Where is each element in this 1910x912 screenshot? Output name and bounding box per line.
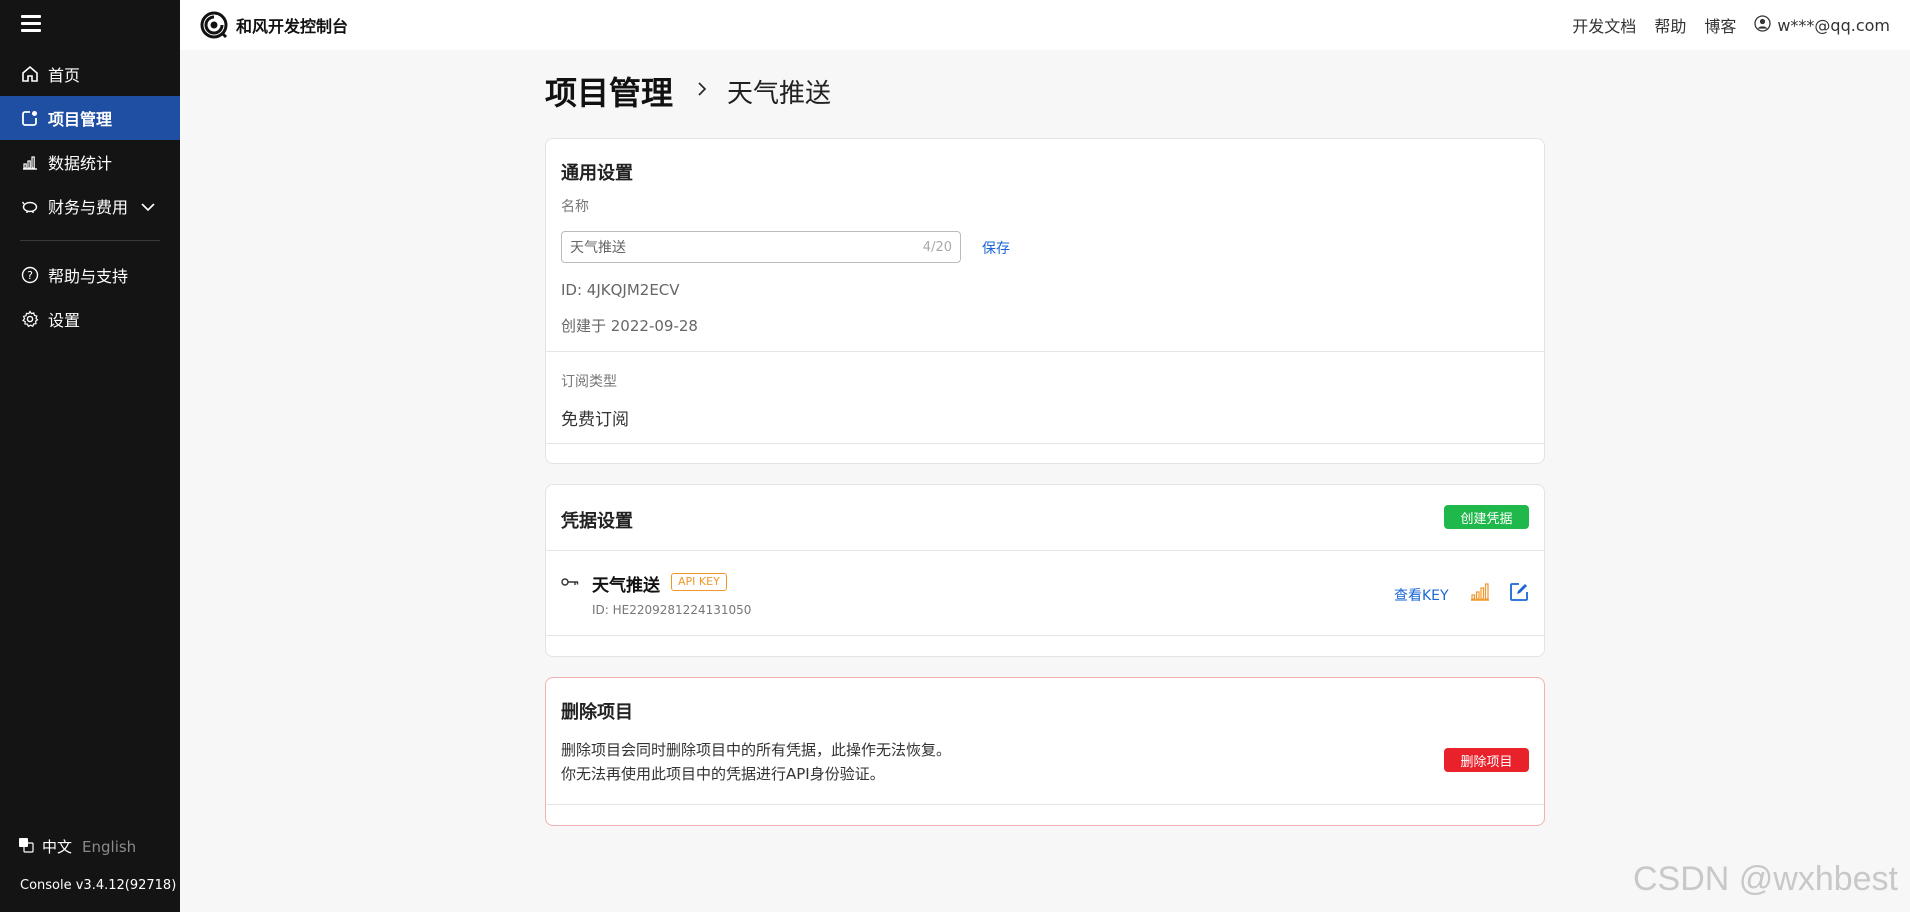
sidebar-item-label: 设置	[48, 311, 81, 330]
credential-id: ID: HE2209281224131050	[592, 603, 752, 617]
page-title[interactable]: 项目管理	[545, 68, 673, 114]
top-nav: 开发文档 帮助 博客 w***@qq.com	[1554, 0, 1890, 50]
view-key-link[interactable]: 查看KEY	[1394, 585, 1449, 605]
delete-warning-line-2: 你无法再使用此项目中的凭据进行API身份验证。	[561, 765, 885, 783]
page-subtitle: 天气推送	[727, 78, 832, 109]
sidebar-item-stats[interactable]: 数据统计	[0, 140, 180, 184]
home-icon	[20, 64, 40, 84]
user-email: w***@qq.com	[1777, 15, 1890, 35]
delete-warning: 删除项目会同时删除项目中的所有凭据，此操作无法恢复。 你无法再使用此项目中的凭据…	[561, 738, 951, 786]
credentials-title: 凭据设置	[561, 511, 633, 532]
edit-icon[interactable]	[1509, 582, 1529, 606]
user-icon	[1754, 14, 1771, 36]
name-label: 名称	[561, 199, 589, 215]
divider	[546, 635, 1544, 636]
general-settings-title: 通用设置	[561, 163, 633, 184]
project-name-input[interactable]	[570, 239, 923, 255]
brand-name: 和风开发控制台	[236, 17, 349, 36]
signal-stats-icon[interactable]	[1470, 583, 1490, 605]
nav-link-docs[interactable]: 开发文档	[1572, 13, 1636, 37]
lang-en[interactable]: English	[82, 838, 136, 856]
project-icon	[20, 108, 40, 128]
sidebar-item-settings[interactable]: 设置	[0, 297, 180, 341]
subscription-type-value: 免费订阅	[561, 410, 629, 430]
piggy-bank-icon	[20, 196, 40, 216]
help-icon: ?	[20, 265, 40, 285]
chevron-right-icon	[697, 81, 707, 101]
watermark: CSDN @wxhbest	[1632, 860, 1898, 898]
lang-zh[interactable]: 中文	[42, 836, 72, 857]
key-icon	[561, 573, 579, 592]
divider	[546, 443, 1544, 444]
sidebar: 首页 项目管理 数据统计 财务与费用 ? 帮助与支持 设置 中文 English…	[0, 0, 180, 912]
delete-project-button[interactable]: 删除项目	[1444, 748, 1529, 772]
delete-project-title: 删除项目	[561, 702, 633, 723]
sidebar-item-label: 财务与费用	[48, 198, 129, 217]
general-settings-card: 通用设置 名称 4/20 保存 ID: 4JKQJM2ECV 创建于 2022-…	[545, 138, 1545, 464]
nav-link-help[interactable]: 帮助	[1654, 13, 1686, 37]
sidebar-item-help[interactable]: ? 帮助与支持	[0, 253, 180, 297]
menu-toggle-icon[interactable]	[21, 15, 41, 33]
divider	[546, 351, 1544, 352]
credential-name: 天气推送	[592, 576, 660, 596]
sidebar-item-home[interactable]: 首页	[0, 52, 180, 96]
char-count: 4/20	[922, 239, 952, 255]
subscription-type-label: 订阅类型	[561, 374, 617, 390]
divider	[546, 804, 1544, 805]
brand[interactable]: 和风开发控制台	[200, 11, 348, 39]
user-menu[interactable]: w***@qq.com	[1754, 14, 1890, 36]
sidebar-item-label: 项目管理	[48, 110, 113, 129]
sidebar-item-label: 帮助与支持	[48, 267, 129, 286]
delete-project-card: 删除项目 删除项目会同时删除项目中的所有凭据，此操作无法恢复。 你无法再使用此项…	[545, 677, 1545, 826]
qweather-logo-icon	[200, 11, 228, 39]
save-button[interactable]: 保存	[982, 238, 1010, 258]
nav-link-blog[interactable]: 博客	[1704, 13, 1736, 37]
breadcrumb: 项目管理 天气推送	[545, 68, 831, 114]
sidebar-nav: 首页 项目管理 数据统计 财务与费用 ? 帮助与支持 设置	[0, 52, 180, 341]
credential-row: 天气推送 API KEY ID: HE2209281224131050 查看KE…	[546, 551, 1544, 637]
console-version: Console v3.4.12(92718)	[20, 878, 177, 893]
delete-warning-line-1: 删除项目会同时删除项目中的所有凭据，此操作无法恢复。	[561, 741, 952, 759]
sidebar-divider	[20, 240, 160, 241]
created-date: 创建于 2022-09-28	[561, 317, 698, 335]
credentials-card: 凭据设置 创建凭据 天气推送 API KEY ID: HE22092812241…	[545, 484, 1545, 657]
chevron-down-icon[interactable]	[140, 197, 156, 216]
top-bar: 和风开发控制台 开发文档 帮助 博客 w***@qq.com	[180, 0, 1910, 50]
translate-icon	[18, 837, 34, 857]
project-id: ID: 4JKQJM2ECV	[561, 281, 680, 299]
svg-text:?: ?	[27, 269, 33, 282]
project-name-field[interactable]: 4/20	[561, 231, 961, 263]
sidebar-item-projects[interactable]: 项目管理	[0, 96, 180, 140]
api-key-badge: API KEY	[671, 573, 727, 591]
sidebar-item-finance[interactable]: 财务与费用	[0, 184, 180, 228]
language-switch[interactable]: 中文 English	[18, 836, 136, 857]
gear-icon	[20, 309, 40, 329]
bar-chart-icon	[20, 152, 40, 172]
create-credential-button[interactable]: 创建凭据	[1444, 505, 1529, 529]
sidebar-item-label: 数据统计	[48, 154, 113, 173]
sidebar-item-label: 首页	[48, 66, 81, 85]
